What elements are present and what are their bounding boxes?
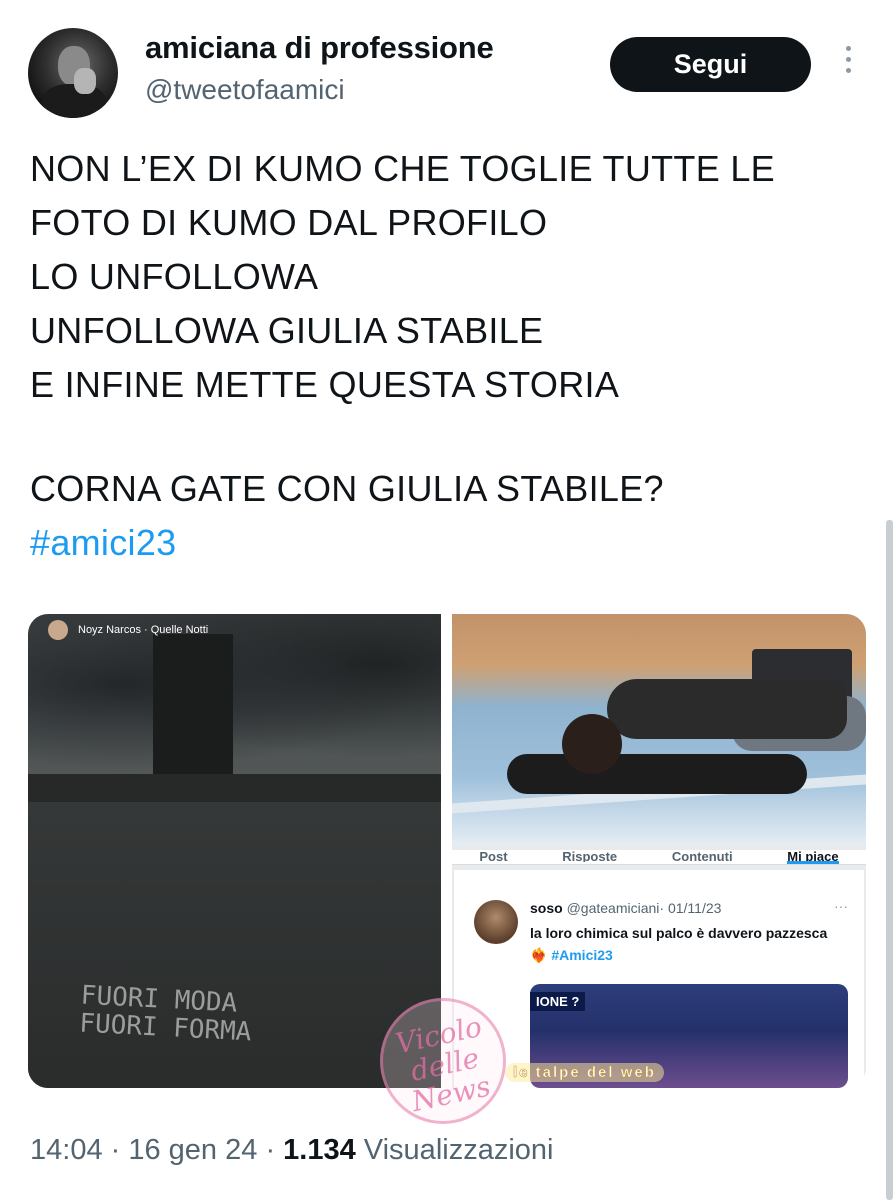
follow-button[interactable]: Segui bbox=[610, 37, 811, 92]
tweet-line: NON L’EX DI KUMO CHE TOGLIE TUTTE LE bbox=[30, 148, 775, 189]
hashtag-link[interactable]: #amici23 bbox=[30, 516, 870, 570]
story-avatar bbox=[48, 620, 68, 640]
profile-tabs: Post Risposte Contenuti Mi piace bbox=[452, 850, 866, 865]
tweet-time[interactable]: 14:04 bbox=[30, 1134, 103, 1166]
more-options-icon[interactable] bbox=[838, 46, 858, 86]
embedded-name: soso bbox=[530, 900, 563, 916]
video-badge: IONE ? bbox=[530, 992, 586, 1011]
tweet-text: NON L’EX DI KUMO CHE TOGLIE TUTTE LE FOT… bbox=[30, 142, 870, 570]
tab-contenuti: Contenuti bbox=[671, 850, 733, 862]
views-label: Visualizzazioni bbox=[363, 1134, 554, 1166]
meta-separator: · bbox=[265, 1134, 284, 1166]
story-header: Noyz Narcos · Quelle Notti bbox=[48, 620, 208, 640]
wall-top bbox=[28, 774, 441, 802]
heart-fire-emoji-icon: ❤️‍🔥 bbox=[530, 947, 548, 963]
tab-mi-piace: Mi piace bbox=[787, 850, 839, 864]
embedded-handle: @gateamiciani bbox=[566, 900, 660, 916]
tweet-meta: 14:04 · 16 gen 24 · 1.134 Visualizzazion… bbox=[30, 1134, 553, 1167]
meta-separator: · bbox=[110, 1134, 129, 1166]
music-label: Noyz Narcos · Quelle Notti bbox=[78, 624, 209, 636]
tweet-line: FOTO DI KUMO DAL PROFILO bbox=[30, 202, 548, 243]
tweet-line: LO UNFOLLOWA bbox=[30, 256, 319, 297]
tweet-date[interactable]: 16 gen 24 bbox=[128, 1134, 257, 1166]
embedded-hashtag: #Amici23 bbox=[551, 947, 613, 963]
scrollbar[interactable] bbox=[886, 520, 893, 1200]
embedded-header: soso @gateamiciani· 01/11/23 bbox=[530, 900, 721, 916]
tab-post: Post bbox=[479, 850, 508, 862]
avatar[interactable] bbox=[28, 28, 118, 118]
embedded-tweet: soso @gateamiciani· 01/11/23 ··· la loro… bbox=[454, 870, 864, 1088]
tv-still-image bbox=[452, 614, 866, 846]
embedded-avatar bbox=[474, 900, 518, 944]
dancer-bottom bbox=[507, 754, 807, 794]
display-name[interactable]: amiciana di professione bbox=[145, 30, 494, 66]
embedded-date: · 01/11/23 bbox=[659, 900, 722, 916]
collage-image[interactable]: Post Risposte Contenuti Mi piace soso @g… bbox=[452, 614, 866, 1088]
tab-risposte: Risposte bbox=[562, 850, 618, 862]
avatar-body bbox=[42, 84, 106, 118]
avatar-hand bbox=[74, 68, 96, 94]
story-screenshot-image[interactable]: FUORI MODA FUORI FORMA Noyz Narcos · Que… bbox=[28, 614, 441, 1088]
tweet-line: UNFOLLOWA GIULIA STABILE bbox=[30, 310, 544, 351]
embedded-more-icon: ··· bbox=[834, 898, 848, 914]
paragraph-break bbox=[30, 412, 870, 462]
user-handle[interactable]: @tweetofaamici bbox=[145, 74, 345, 106]
embedded-text: la loro chimica sul palco è davvero pazz… bbox=[530, 922, 830, 966]
views-count: 1.134 bbox=[283, 1134, 356, 1166]
tweet-line: E INFINE METTE QUESTA STORIA bbox=[30, 364, 620, 405]
dancer-heads bbox=[562, 714, 622, 774]
graffiti-text: FUORI MODA FUORI FORMA bbox=[79, 981, 254, 1048]
watermark-banner: le talpe del web bbox=[505, 1063, 664, 1082]
embedded-body: la loro chimica sul palco è davvero pazz… bbox=[530, 925, 828, 941]
tweet-line: CORNA GATE CON GIULIA STABILE? bbox=[30, 468, 664, 509]
dancer-top bbox=[607, 679, 847, 739]
watermark-text: Vicolo delle News bbox=[392, 1009, 494, 1119]
